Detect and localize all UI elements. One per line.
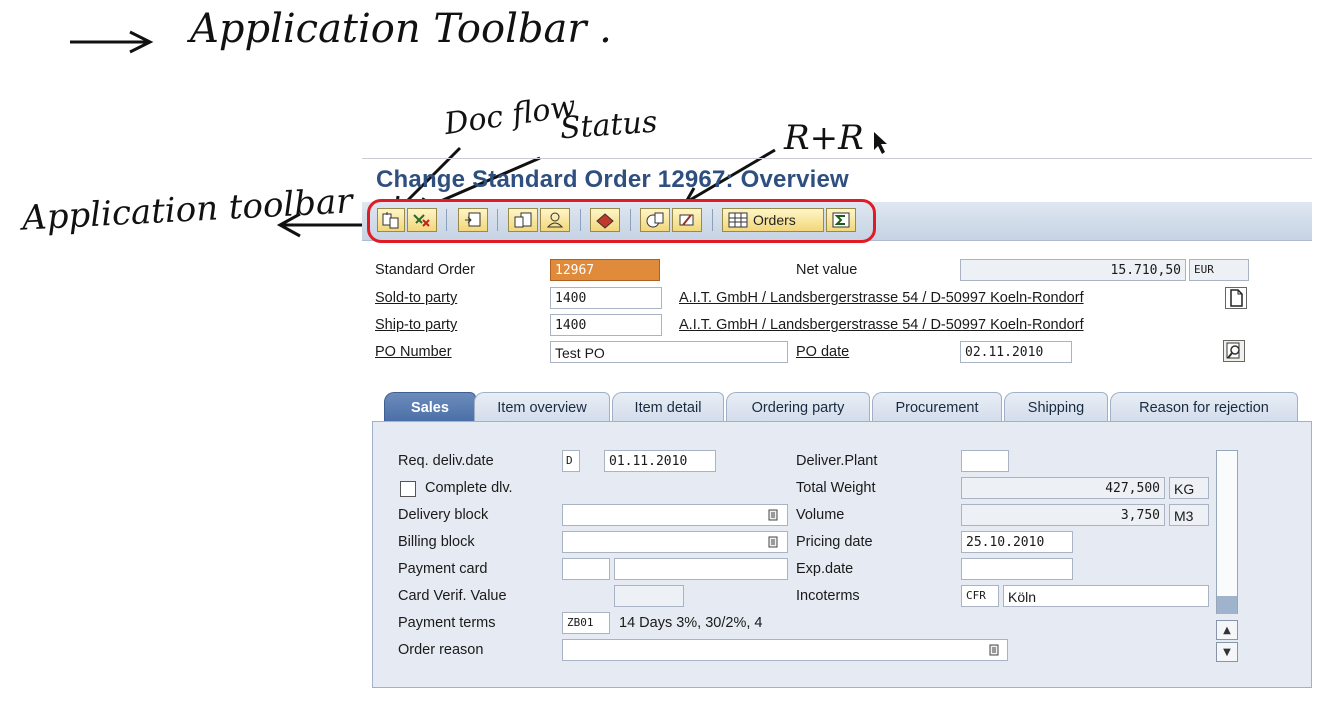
volume-unit: M3 — [1169, 504, 1209, 526]
total-weight-label: Total Weight — [796, 480, 876, 496]
po-number-label[interactable]: PO Number — [375, 344, 452, 360]
scrollbar-track[interactable] — [1216, 450, 1238, 614]
exp-date-label: Exp.date — [796, 561, 854, 577]
net-value-field: 15.710,50 — [960, 259, 1186, 281]
annotation-status: Status — [558, 104, 659, 147]
ship-to-field[interactable]: 1400 — [550, 314, 662, 336]
payment-card-label: Payment card — [398, 561, 488, 577]
sold-to-label[interactable]: Sold-to party — [375, 290, 457, 306]
scrollbar-thumb[interactable] — [1217, 596, 1237, 614]
search-help-button[interactable] — [1223, 340, 1245, 362]
order-reason-label: Order reason — [398, 642, 484, 658]
exp-date-field[interactable] — [961, 558, 1073, 580]
tab-reason-for-rejection[interactable]: Reason for rejection — [1110, 392, 1298, 422]
title-separator — [362, 158, 1312, 159]
top-arrow-icon — [70, 30, 154, 54]
card-verif-label: Card Verif. Value — [398, 588, 507, 604]
magnifier-icon — [1226, 342, 1240, 359]
tab-ordering-party[interactable]: Ordering party — [726, 392, 870, 422]
chevron-down-icon: ▼ — [1223, 646, 1231, 658]
tab-item-detail[interactable]: Item detail — [612, 392, 724, 422]
payment-terms-label: Payment terms — [398, 615, 496, 631]
pricing-date-field[interactable]: 25.10.2010 — [961, 531, 1073, 553]
scroll-up-button[interactable]: ▲ — [1216, 620, 1238, 640]
req-deliv-date-field[interactable]: 01.11.2010 — [604, 450, 716, 472]
po-date-field[interactable]: 02.11.2010 — [960, 341, 1072, 363]
ship-to-address[interactable]: A.I.T. GmbH / Landsbergerstrasse 54 / D-… — [679, 317, 1084, 333]
tab-procurement[interactable]: Procurement — [872, 392, 1002, 422]
vertical-scrollbar[interactable]: ▲ ▼ — [1216, 450, 1238, 662]
chevron-up-icon: ▲ — [1223, 624, 1231, 636]
po-date-label[interactable]: PO date — [796, 344, 849, 360]
annotation-highlight-box — [367, 199, 876, 243]
complete-dlv-label: Complete dlv. — [425, 480, 513, 496]
ship-to-label[interactable]: Ship-to party — [375, 317, 457, 333]
incoterms-code-field[interactable]: CFR — [961, 585, 999, 607]
mouse-cursor-icon — [874, 132, 887, 154]
net-value-label: Net value — [796, 262, 858, 278]
payment-terms-text: 14 Days 3%, 30/2%, 4 — [619, 615, 763, 631]
total-weight-field: 427,500 — [961, 477, 1165, 499]
order-reason-dropdown[interactable] — [562, 639, 1008, 661]
deliver-plant-label: Deliver.Plant — [796, 453, 878, 469]
tab-shipping[interactable]: Shipping — [1004, 392, 1108, 422]
incoterms-label: Incoterms — [796, 588, 860, 604]
dropdown-list-icon[interactable] — [768, 536, 778, 548]
payment-terms-code-field[interactable]: ZB01 — [562, 612, 610, 634]
new-document-icon — [1230, 289, 1243, 307]
volume-field: 3,750 — [961, 504, 1165, 526]
billing-block-dropdown[interactable] — [562, 531, 788, 553]
delivery-block-label: Delivery block — [398, 507, 489, 523]
billing-block-label: Billing block — [398, 534, 475, 550]
standard-order-field[interactable]: 12967 — [550, 259, 660, 281]
payment-card-type-field[interactable] — [562, 558, 610, 580]
tab-item-overview[interactable]: Item overview — [474, 392, 610, 422]
sold-to-address[interactable]: A.I.T. GmbH / Landsbergerstrasse 54 / D-… — [679, 290, 1084, 306]
standard-order-label: Standard Order — [375, 262, 475, 278]
currency-field: EUR — [1189, 259, 1249, 281]
scroll-down-button[interactable]: ▼ — [1216, 642, 1238, 662]
dropdown-list-icon[interactable] — [989, 644, 999, 656]
page-title: Change Standard Order 12967: Overview — [376, 166, 849, 193]
complete-dlv-checkbox[interactable] — [400, 481, 416, 497]
annotation-top-note: Application Toolbar . — [190, 6, 612, 52]
annotation-rr: R+R — [784, 118, 864, 158]
dropdown-list-icon[interactable] — [768, 509, 778, 521]
pricing-date-label: Pricing date — [796, 534, 873, 550]
volume-label: Volume — [796, 507, 845, 523]
incoterms-place-field[interactable]: Köln — [1003, 585, 1209, 607]
req-deliv-type-field[interactable]: D — [562, 450, 580, 472]
payment-card-field[interactable] — [614, 558, 788, 580]
sold-to-field[interactable]: 1400 — [550, 287, 662, 309]
total-weight-unit: KG — [1169, 477, 1209, 499]
card-verif-field[interactable] — [614, 585, 684, 607]
delivery-block-dropdown[interactable] — [562, 504, 788, 526]
tab-sales[interactable]: Sales — [384, 392, 476, 422]
deliver-plant-field[interactable] — [961, 450, 1009, 472]
po-number-field[interactable]: Test PO — [550, 341, 788, 363]
req-deliv-date-label: Req. deliv.date — [398, 453, 494, 469]
new-document-button[interactable] — [1225, 287, 1247, 309]
